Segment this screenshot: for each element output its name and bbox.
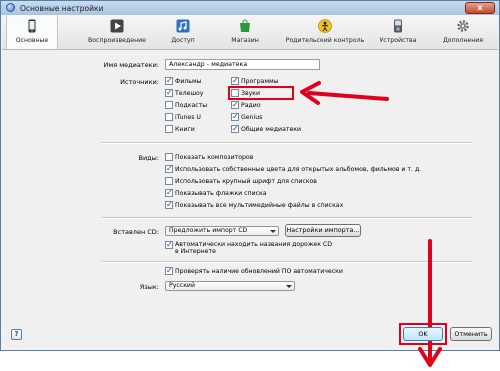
checkbox-books[interactable] xyxy=(165,125,173,133)
views-label: Виды: xyxy=(138,154,160,162)
tab-label: Родительский контроль xyxy=(285,37,365,44)
store-bag-icon xyxy=(240,19,250,32)
checkbox-custom-colors[interactable] xyxy=(165,164,173,173)
itunes-icon xyxy=(6,3,15,12)
language-value: Русский xyxy=(169,282,195,289)
checkbox-label: Программы xyxy=(241,78,279,85)
tab-parental[interactable]: Родительский контроль xyxy=(282,15,368,49)
tab-label: Воспроизведение xyxy=(88,37,146,44)
general-panel: Имя медиатеки: Александр - медиатека Ист… xyxy=(7,51,495,367)
checkbox-label: iTunes U xyxy=(175,114,201,121)
checkbox-itunes-u[interactable] xyxy=(165,113,173,121)
cd-action-value: Предложить импорт CD xyxy=(169,227,248,234)
tab-label: Дополнения xyxy=(442,37,484,44)
tab-label: Доступ xyxy=(171,37,195,44)
tab-label: Основные xyxy=(15,37,49,44)
tab-general[interactable]: Основные xyxy=(6,15,58,49)
library-name-label: Имя медиатеки: xyxy=(103,61,159,69)
annotation-arrow-icon xyxy=(300,81,389,105)
checkbox-auto-track-names[interactable] xyxy=(165,240,173,249)
checkbox-podcasts[interactable] xyxy=(165,101,173,109)
tab-label: Устройства xyxy=(379,37,417,44)
checkbox-label: Показать композиторов xyxy=(175,154,254,161)
checkbox-label: Использовать крупный шрифт для списков xyxy=(175,178,317,185)
checkbox-genius[interactable] xyxy=(231,112,239,121)
checkbox-label: Общие медиатеки xyxy=(241,126,302,133)
checkbox-label: Радио xyxy=(241,102,261,109)
checkbox-show-composers[interactable] xyxy=(165,153,173,161)
tab-playback[interactable]: Воспроизведение xyxy=(82,15,152,49)
preferences-window: Основные настройки x Основные Воспроизве… xyxy=(0,0,500,367)
tab-store[interactable]: Магазин xyxy=(224,15,266,49)
checkbox-radio[interactable] xyxy=(231,100,239,109)
language-label: Язык: xyxy=(139,283,159,291)
separator xyxy=(102,217,472,219)
ok-button[interactable]: OK xyxy=(403,327,443,341)
cd-action-select[interactable]: Предложить импорт CD xyxy=(165,226,279,236)
checkbox-label: Подкасты xyxy=(175,102,208,109)
cancel-button[interactable]: Отменить xyxy=(450,327,492,341)
checkbox-check-updates[interactable] xyxy=(165,266,173,275)
window-title: Основные настройки xyxy=(20,4,104,13)
sources-label: Источники: xyxy=(120,78,159,86)
separator xyxy=(102,142,472,144)
parental-control-icon xyxy=(318,19,332,33)
gear-icon xyxy=(457,20,469,32)
device-icon xyxy=(394,19,402,33)
checkbox-label: Проверять наличие обновлений ПО автомати… xyxy=(175,268,343,275)
chevron-down-icon xyxy=(270,230,276,233)
checkbox-label: Автоматически находить названия дорожек … xyxy=(175,241,333,255)
iphone-icon xyxy=(28,19,36,33)
music-share-icon xyxy=(176,19,190,33)
checkbox-label: Телешоу xyxy=(175,90,204,97)
play-icon xyxy=(110,19,124,33)
checkbox-all-media[interactable] xyxy=(165,200,173,209)
checkbox-tv-shows[interactable] xyxy=(165,88,173,97)
tab-toolbar: Основные Воспроизведение Доступ Магазин … xyxy=(2,15,498,50)
chevron-down-icon xyxy=(286,285,292,288)
help-button[interactable]: ? xyxy=(11,329,22,340)
title-bar: Основные настройки x xyxy=(1,1,499,15)
checkbox-label: Книги xyxy=(175,126,195,133)
tab-advanced[interactable]: Дополнения xyxy=(438,15,488,49)
checkbox-label: Фильмы xyxy=(175,78,202,85)
tab-label: Магазин xyxy=(231,37,259,44)
checkbox-large-font[interactable] xyxy=(165,177,173,185)
checkbox-apps[interactable] xyxy=(231,76,239,85)
close-button[interactable]: x xyxy=(465,2,495,14)
checkbox-label: Показывать все мультимедийные файлы в сп… xyxy=(175,202,344,209)
checkbox-list-checkboxes[interactable] xyxy=(165,188,173,197)
tab-devices[interactable]: Устройства xyxy=(374,15,422,49)
checkbox-movies[interactable] xyxy=(165,76,173,85)
annotation-highlight-box xyxy=(228,86,294,100)
checkbox-label: Показывать флажки списка xyxy=(175,190,267,197)
checkbox-shared-libraries[interactable] xyxy=(231,124,239,133)
library-name-input[interactable]: Александр - медиатека xyxy=(165,59,320,70)
checkbox-label: Использовать собственные цвета для откры… xyxy=(175,166,422,173)
import-settings-button[interactable]: Настройки импорта... xyxy=(285,224,361,237)
checkbox-label: Genius xyxy=(241,114,263,121)
language-select[interactable]: Русский xyxy=(165,281,295,291)
tab-sharing[interactable]: Доступ xyxy=(162,15,204,49)
cd-inserted-label: Вставлен CD: xyxy=(113,228,159,236)
